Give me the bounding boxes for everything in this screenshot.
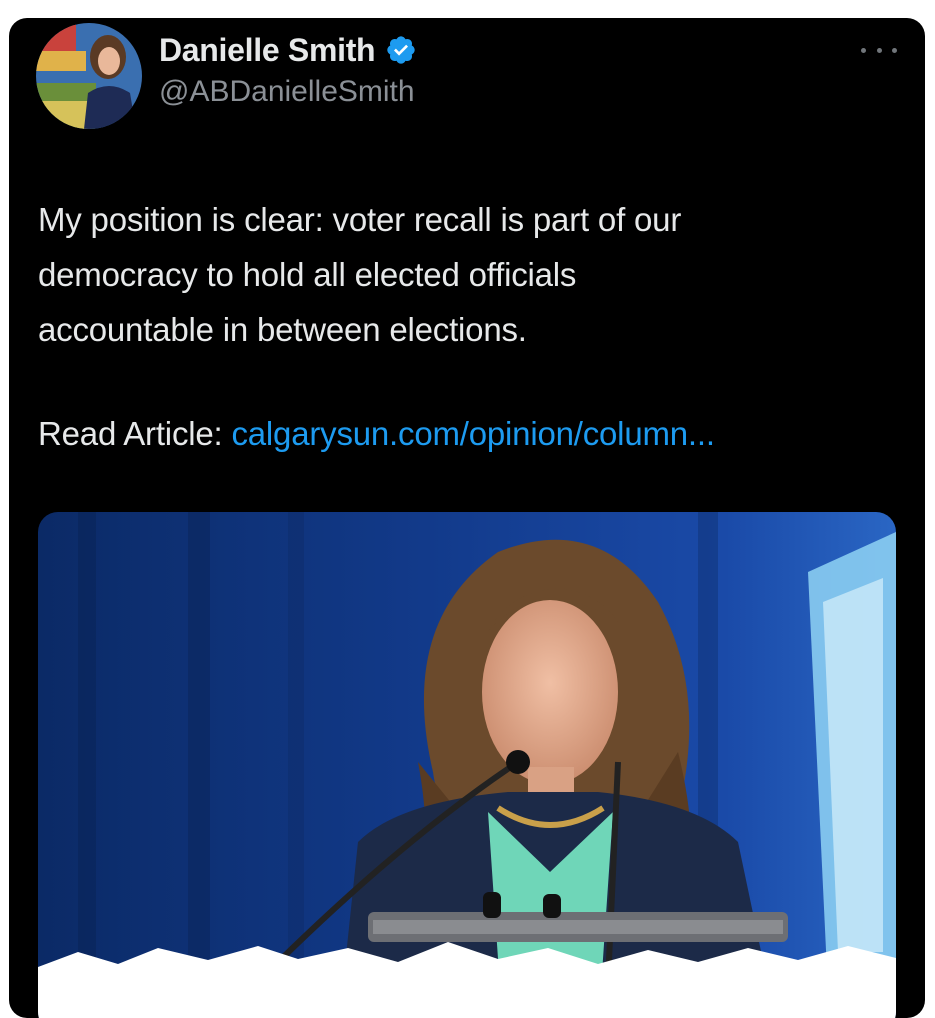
author-block: Danielle Smith @ABDanielleSmith <box>159 30 417 112</box>
verified-badge-icon <box>387 36 415 64</box>
more-horizontal-icon <box>861 47 866 53</box>
name-row: Danielle Smith <box>159 30 417 70</box>
tweet-card[interactable]: Danielle Smith @ABDanielleSmith My posit… <box>9 18 925 1018</box>
speaker-photo <box>38 512 896 1018</box>
author-handle[interactable]: @ABDanielleSmith <box>159 72 417 112</box>
more-horizontal-icon <box>892 47 897 53</box>
author-display-name[interactable]: Danielle Smith <box>159 30 376 70</box>
read-article-line: Read Article: calgarysun.com/opinion/col… <box>38 406 715 461</box>
author-avatar[interactable] <box>36 23 142 129</box>
tweet-body-line: accountable in between elections. <box>38 311 527 348</box>
tweet-body-line: My position is clear: voter recall is pa… <box>38 201 682 238</box>
more-options-button[interactable] <box>861 40 897 60</box>
tweet-media-photo[interactable] <box>38 512 896 1018</box>
read-article-label: Read Article: <box>38 415 223 452</box>
article-link[interactable]: calgarysun.com/opinion/column... <box>231 415 715 452</box>
avatar-image <box>36 23 142 129</box>
tweet-body-line: democracy to hold all elected officials <box>38 256 577 293</box>
more-horizontal-icon <box>876 47 882 53</box>
tweet-body: My position is clear: voter recall is pa… <box>38 192 898 357</box>
